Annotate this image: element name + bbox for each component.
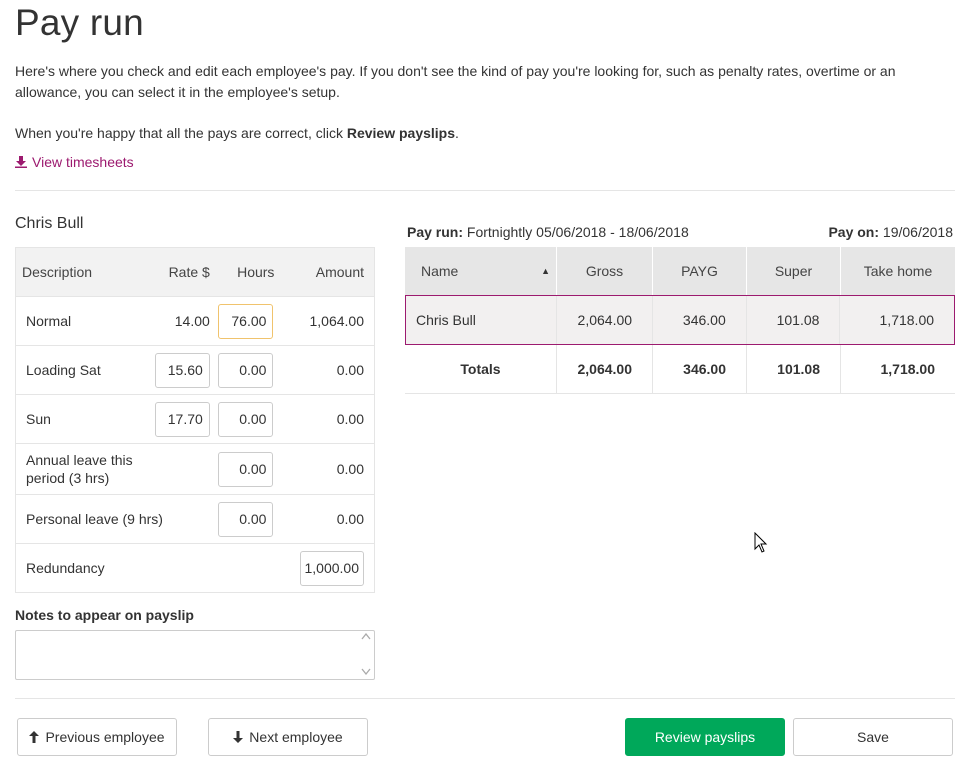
summary-take-home: 1,718.00 [879, 312, 935, 328]
pay-item-amount: 1,064.00 [309, 313, 364, 329]
header-name[interactable]: Name ▲ [405, 247, 557, 295]
rate-input[interactable]: 17.70 [154, 401, 210, 437]
summary-table: Name ▲ Gross PAYG Super Take home Chris B… [405, 247, 955, 394]
rate-input[interactable]: 15.60 [154, 352, 210, 388]
pay-item-description: Loading Sat [26, 362, 101, 378]
mouse-cursor-icon [754, 532, 768, 553]
previous-employee-button[interactable]: Previous employee [17, 718, 177, 756]
pay-item-description: Redundancy [26, 560, 105, 576]
payon-value: 19/06/2018 [882, 224, 953, 240]
pay-item-amount: 0.00 [336, 362, 364, 378]
instruction-suffix: . [455, 125, 459, 141]
header-payg: PAYG [653, 247, 747, 295]
summary-gross: 2,064.00 [557, 296, 654, 344]
header-super: Super [747, 247, 841, 295]
sort-ascending-icon: ▲ [541, 266, 550, 276]
previous-employee-label: Previous employee [45, 729, 165, 745]
hours-input[interactable]: 0.00 [218, 352, 274, 388]
page-title: Pay run [15, 2, 144, 43]
totals-label: Totals [405, 345, 557, 393]
hours-input[interactable]: 0.00 [218, 401, 274, 437]
pay-item-row: Personal leave (9 hrs) 0.00 0.00 [16, 494, 374, 543]
payrun-label: Pay run: [407, 224, 464, 240]
intro-text: Here's where you check and edit each emp… [15, 63, 896, 100]
pay-items-header: Description Rate $ Hours Amount [16, 248, 374, 296]
totals-super: 101.08 [747, 345, 841, 393]
pay-item-row: Annual leave this period (3 hrs) 0.00 0.… [16, 443, 374, 494]
pay-item-description: Personal leave (9 hrs) [26, 511, 163, 527]
review-payslips-button[interactable]: Review payslips [625, 718, 785, 756]
view-timesheets-label: View timesheets [32, 154, 134, 170]
pay-item-amount: 0.00 [336, 411, 364, 427]
pay-item-description: Sun [26, 411, 51, 427]
header-hours: Hours [237, 264, 275, 280]
pay-item-description: Annual leave this period (3 hrs) [26, 452, 133, 486]
next-employee-button[interactable]: Next employee [208, 718, 368, 756]
summary-name: Chris Bull [406, 296, 558, 344]
header-take-home: Take home [863, 263, 933, 279]
download-icon [15, 156, 27, 168]
arrow-up-icon [29, 731, 40, 743]
totals-row: Totals 2,064.00 346.00 101.08 1,718.00 [405, 345, 955, 394]
hours-input[interactable]: 0.00 [218, 451, 274, 487]
pay-item-row: Loading Sat 15.60 0.00 0.00 [16, 345, 374, 394]
pay-item-row: Redundancy 1,000.00 [16, 543, 374, 592]
pay-item-row: Normal 14.00 76.00 1,064.00 [16, 296, 374, 345]
totals-payg: 346.00 [653, 345, 747, 393]
payrun-info: Pay run: Fortnightly 05/06/2018 - 18/06/… [407, 224, 689, 240]
header-rate: Rate $ [168, 264, 210, 280]
payrun-value: Fortnightly 05/06/2018 - 18/06/2018 [466, 224, 689, 240]
totals-take-home: 1,718.00 [880, 361, 936, 377]
employee-summary-row[interactable]: Chris Bull 2,064.00 346.00 101.08 1,718.… [405, 295, 955, 345]
employee-name: Chris Bull [15, 215, 84, 232]
notes-label: Notes to appear on payslip [15, 607, 194, 623]
instruction-prefix: When you're happy that all the pays are … [15, 125, 347, 141]
next-employee-label: Next employee [249, 729, 343, 745]
summary-payg: 346.00 [653, 296, 747, 344]
hours-input[interactable]: 0.00 [218, 501, 274, 537]
save-button[interactable]: Save [793, 718, 953, 756]
arrow-down-icon [233, 731, 244, 743]
summary-super: 101.08 [747, 296, 841, 344]
payon-label: Pay on: [828, 224, 880, 240]
payon-info: Pay on: 19/06/2018 [828, 224, 953, 240]
divider-bottom [15, 698, 955, 699]
pay-items-table: Description Rate $ Hours Amount Normal 1… [15, 247, 375, 593]
pay-item-amount: 0.00 [336, 461, 364, 477]
summary-header: Name ▲ Gross PAYG Super Take home [405, 247, 955, 295]
divider-top [15, 190, 955, 191]
notes-textarea[interactable] [15, 630, 375, 680]
pay-item-rate: 14.00 [174, 313, 210, 329]
amount-input[interactable]: 1,000.00 [299, 550, 364, 586]
instruction-text: When you're happy that all the pays are … [15, 123, 459, 144]
pay-item-row: Sun 17.70 0.00 0.00 [16, 394, 374, 443]
header-amount: Amount [315, 264, 364, 280]
pay-item-amount: 0.00 [336, 511, 364, 527]
instruction-bold: Review payslips [346, 125, 456, 141]
header-gross: Gross [557, 247, 653, 295]
totals-gross: 2,064.00 [557, 345, 653, 393]
header-name-label: Name [421, 263, 459, 279]
pay-item-description: Normal [26, 313, 72, 329]
view-timesheets-link[interactable]: View timesheets [15, 154, 134, 170]
header-description: Description [22, 264, 93, 280]
hours-input[interactable]: 76.00 [218, 303, 274, 339]
